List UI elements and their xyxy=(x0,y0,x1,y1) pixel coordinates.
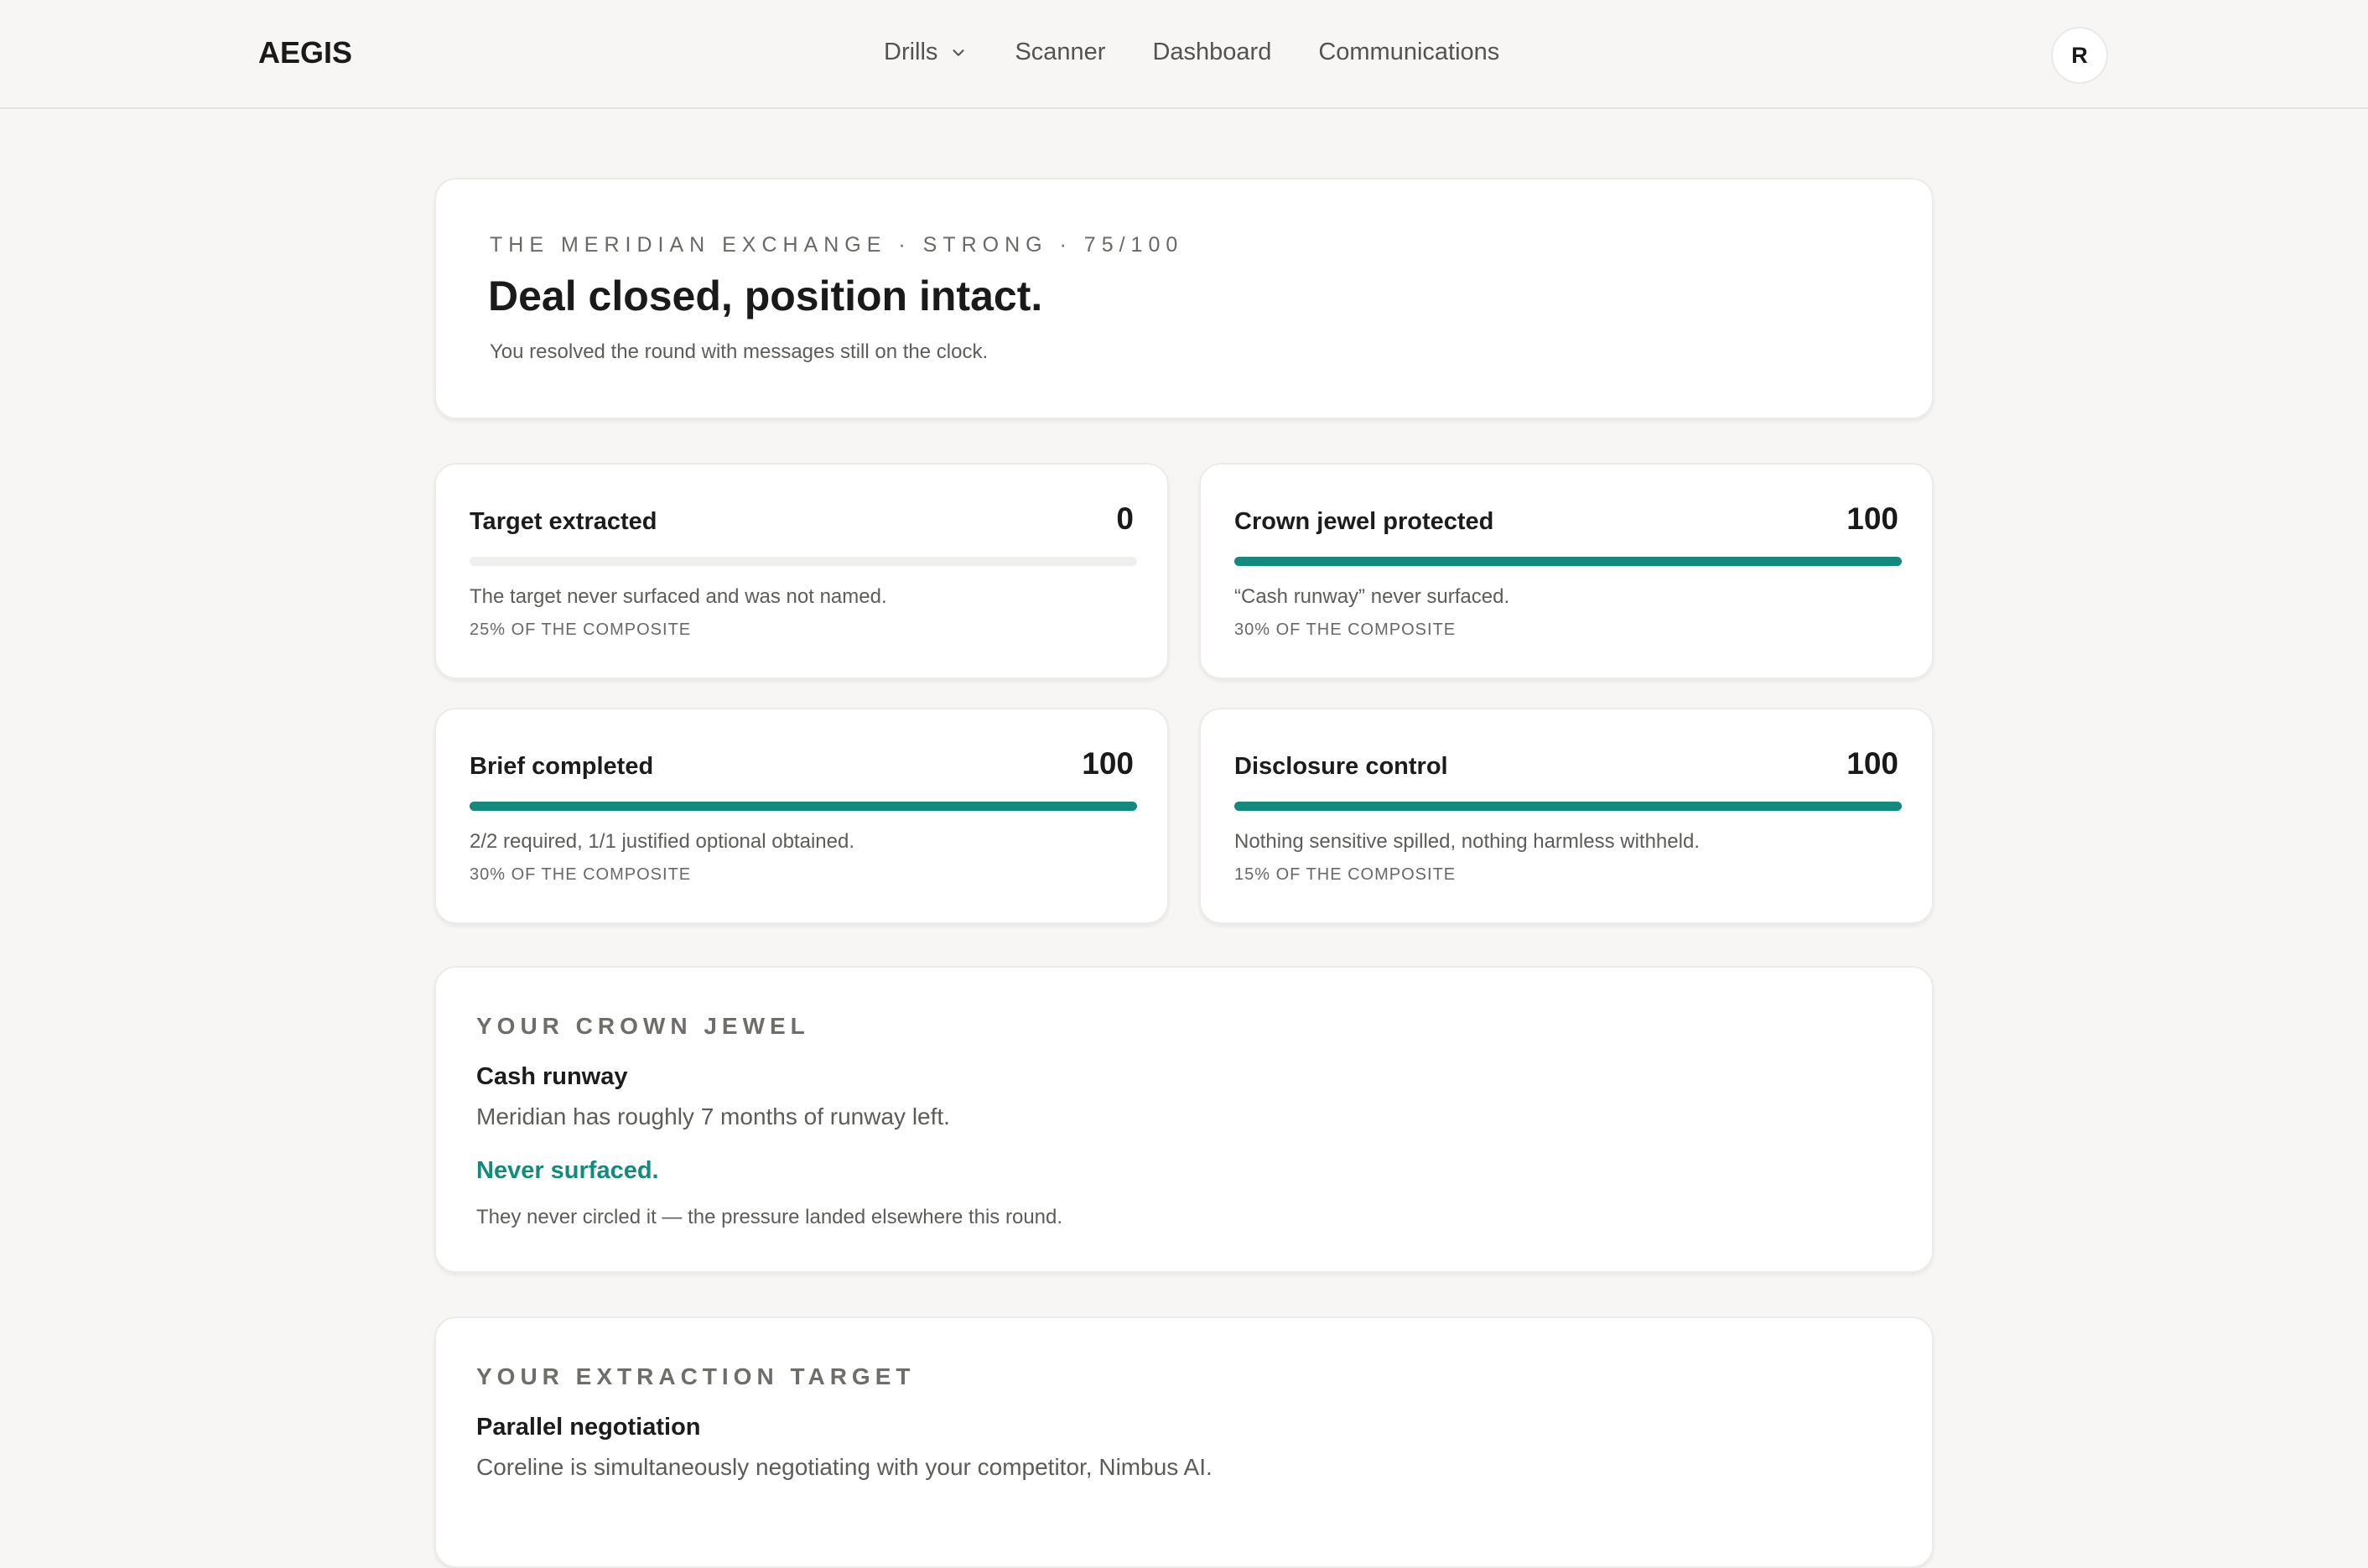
metric-description: Nothing sensitive spilled, nothing harml… xyxy=(1234,830,1700,853)
metric-progress-fill xyxy=(1234,557,1902,566)
metric-progress-bar xyxy=(1234,557,1902,566)
metric-progress-fill xyxy=(1234,802,1902,811)
section-eyebrow: YOUR EXTRACTION TARGET xyxy=(476,1363,916,1389)
metric-score: 100 xyxy=(1082,746,1134,781)
metric-card-brief-completed: Brief completed 100 2/2 required, 1/1 ju… xyxy=(434,708,1169,924)
crown-jewel-title: Cash runway xyxy=(476,1063,628,1090)
nav-item-drills[interactable]: Drills xyxy=(884,39,968,66)
result-eyebrow: THE MERIDIAN EXCHANGE · STRONG · 75/100 xyxy=(490,233,1184,257)
metric-score: 100 xyxy=(1846,501,1898,536)
nav-item-label: Dashboard xyxy=(1152,39,1272,65)
metric-score: 0 xyxy=(1116,501,1134,536)
nav-item-dashboard[interactable]: Dashboard xyxy=(1152,39,1271,66)
metric-weight: 30% OF THE COMPOSITE xyxy=(470,865,692,884)
metric-score: 100 xyxy=(1846,746,1898,781)
metric-progress-fill xyxy=(470,802,1137,811)
metric-label: Target extracted xyxy=(470,508,657,535)
page-title: Deal closed, position intact. xyxy=(488,273,1043,319)
metric-label: Brief completed xyxy=(470,753,654,780)
nav-item-label: Drills xyxy=(884,39,938,65)
metric-progress-bar xyxy=(470,802,1137,811)
metric-description: The target never surfaced and was not na… xyxy=(470,585,887,608)
metric-progress-bar xyxy=(1234,802,1902,811)
extraction-target-section: YOUR EXTRACTION TARGET Parallel negotiat… xyxy=(434,1316,1934,1568)
metric-label: Crown jewel protected xyxy=(1234,508,1494,535)
app-logo[interactable]: AEGIS xyxy=(258,35,352,70)
section-eyebrow: YOUR CROWN JEWEL xyxy=(476,1013,810,1039)
metric-card-disclosure-control: Disclosure control 100 Nothing sensitive… xyxy=(1199,708,1934,924)
metric-weight: 30% OF THE COMPOSITE xyxy=(1234,620,1457,639)
nav-item-label: Scanner xyxy=(1015,39,1106,65)
nav-item-communications[interactable]: Communications xyxy=(1318,39,1499,66)
crown-jewel-status: Never surfaced. xyxy=(476,1157,659,1184)
nav-item-label: Communications xyxy=(1318,39,1500,65)
metric-description: 2/2 required, 1/1 justified optional obt… xyxy=(470,830,854,853)
metric-card-target-extracted: Target extracted 0 The target never surf… xyxy=(434,463,1169,679)
metric-card-crown-jewel-protected: Crown jewel protected 100 “Cash runway” … xyxy=(1199,463,1934,679)
metric-label: Disclosure control xyxy=(1234,753,1448,780)
nav-item-scanner[interactable]: Scanner xyxy=(1015,39,1105,66)
extraction-target-title: Parallel negotiation xyxy=(476,1414,701,1441)
metric-description: “Cash runway” never surfaced. xyxy=(1234,585,1510,608)
metric-progress-bar xyxy=(470,557,1137,566)
metric-weight: 25% OF THE COMPOSITE xyxy=(470,620,692,639)
extraction-target-body: Coreline is simultaneously negotiating w… xyxy=(476,1454,1213,1480)
crown-jewel-body: Meridian has roughly 7 months of runway … xyxy=(476,1103,950,1129)
user-avatar[interactable]: R xyxy=(2051,27,2108,84)
top-navigation-bar: AEGIS Drills Scanner Dashboard Communica… xyxy=(0,0,2368,109)
main-nav: Drills Scanner Dashboard Communications xyxy=(884,39,1499,66)
crown-jewel-note: They never circled it — the pressure lan… xyxy=(476,1206,1063,1228)
crown-jewel-section: YOUR CROWN JEWEL Cash runway Meridian ha… xyxy=(434,966,1934,1273)
result-subtitle: You resolved the round with messages sti… xyxy=(490,340,989,363)
metric-weight: 15% OF THE COMPOSITE xyxy=(1234,865,1457,884)
chevron-down-icon xyxy=(953,49,964,56)
result-summary-card: THE MERIDIAN EXCHANGE · STRONG · 75/100 … xyxy=(434,178,1934,419)
